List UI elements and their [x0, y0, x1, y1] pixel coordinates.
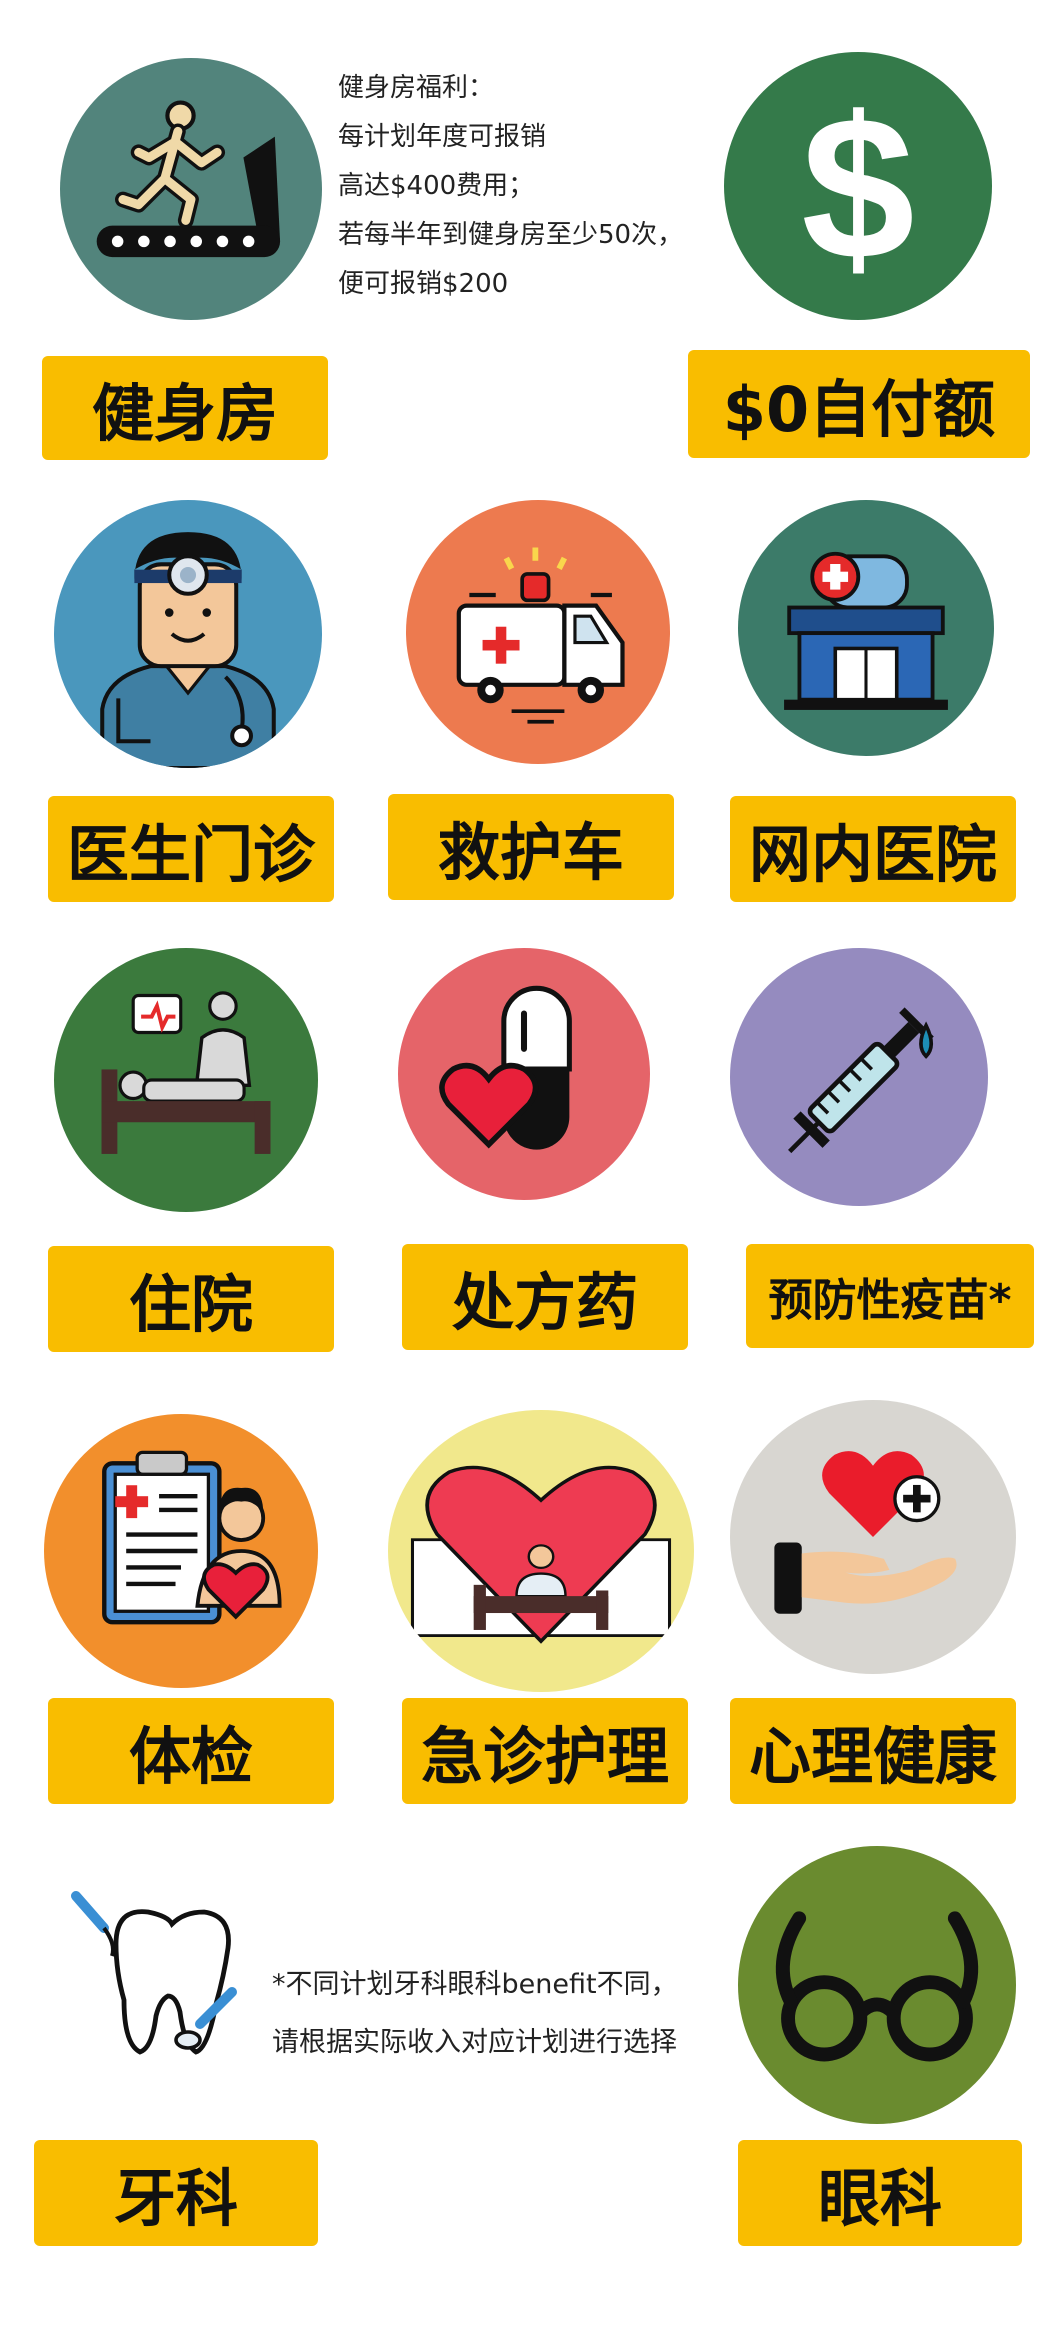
- gym-note-line: 健身房福利：: [338, 73, 495, 103]
- hospital-bed-icon: [101, 991, 271, 1154]
- vision-label: 眼科: [738, 2140, 1022, 2246]
- svg-text:$: $: [801, 75, 914, 302]
- network-hospital-icon-circle: [738, 500, 994, 756]
- doctor-icon: [100, 532, 276, 768]
- ambulance-label: 救护车: [388, 794, 674, 900]
- ambulance-icon: [456, 547, 625, 724]
- hand-heart-icon: [774, 1451, 957, 1614]
- rx-label: 处方药: [402, 1244, 688, 1350]
- dental-benefit-note: *不同计划牙科眼科benefit不同， 请根据实际收入对应计划进行选择: [272, 1956, 678, 2072]
- network-hospital-label: 网内医院: [730, 796, 1016, 902]
- syringe-icon: [788, 1007, 934, 1154]
- dental-label: 牙科: [34, 2140, 318, 2246]
- urgent-care-icon-circle: [388, 1410, 694, 1692]
- hospital-building-icon: [784, 551, 948, 710]
- mental-health-icon-circle: [730, 1400, 1016, 1674]
- dental-note-line: *不同计划牙科眼科benefit不同，: [272, 1969, 678, 2000]
- checkup-icon-circle: [44, 1414, 318, 1688]
- gym-note-line: 每计划年度可报销: [338, 122, 547, 152]
- inpatient-icon-circle: [54, 948, 318, 1212]
- ambulance-icon-circle: [406, 500, 670, 764]
- gym-note-line: 高达$400费用；: [338, 171, 535, 201]
- treadmill-icon: [96, 100, 281, 258]
- dental-icon-circle: [68, 1884, 268, 2084]
- inpatient-label: 住院: [48, 1246, 334, 1352]
- copay-icon-circle: $: [724, 52, 992, 320]
- vaccine-label: 预防性疫苗*: [746, 1244, 1034, 1348]
- urgent-care-label: 急诊护理: [402, 1698, 688, 1804]
- gym-note-line: 若每半年到健身房至少50次，: [338, 220, 684, 250]
- doctor-icon-circle: [54, 500, 322, 768]
- gym-label: 健身房: [42, 356, 328, 460]
- clipboard-checkup-icon: [102, 1450, 282, 1625]
- gym-note-line: 便可报销$200: [338, 269, 509, 299]
- pill-heart-icon: [439, 985, 572, 1150]
- glasses-icon: [775, 1911, 979, 2062]
- dental-note-line: 请根据实际收入对应计划进行选择: [272, 2027, 677, 2058]
- gym-icon-circle: [60, 58, 322, 320]
- doctor-label: 医生门诊: [48, 796, 334, 902]
- dollar-icon: $: [801, 75, 914, 302]
- heart-bed-icon: [410, 1465, 672, 1644]
- vision-icon-circle: [738, 1846, 1016, 2124]
- checkup-label: 体检: [48, 1698, 334, 1804]
- mental-health-label: 心理健康: [730, 1698, 1016, 1804]
- tooth-icon: [71, 1891, 237, 2055]
- gym-benefit-note: 健身房福利： 每计划年度可报销 高达$400费用； 若每半年到健身房至少50次，…: [338, 64, 683, 309]
- vaccine-icon-circle: [730, 948, 988, 1206]
- copay-label: $0自付额: [688, 350, 1030, 458]
- rx-icon-circle: [398, 948, 650, 1200]
